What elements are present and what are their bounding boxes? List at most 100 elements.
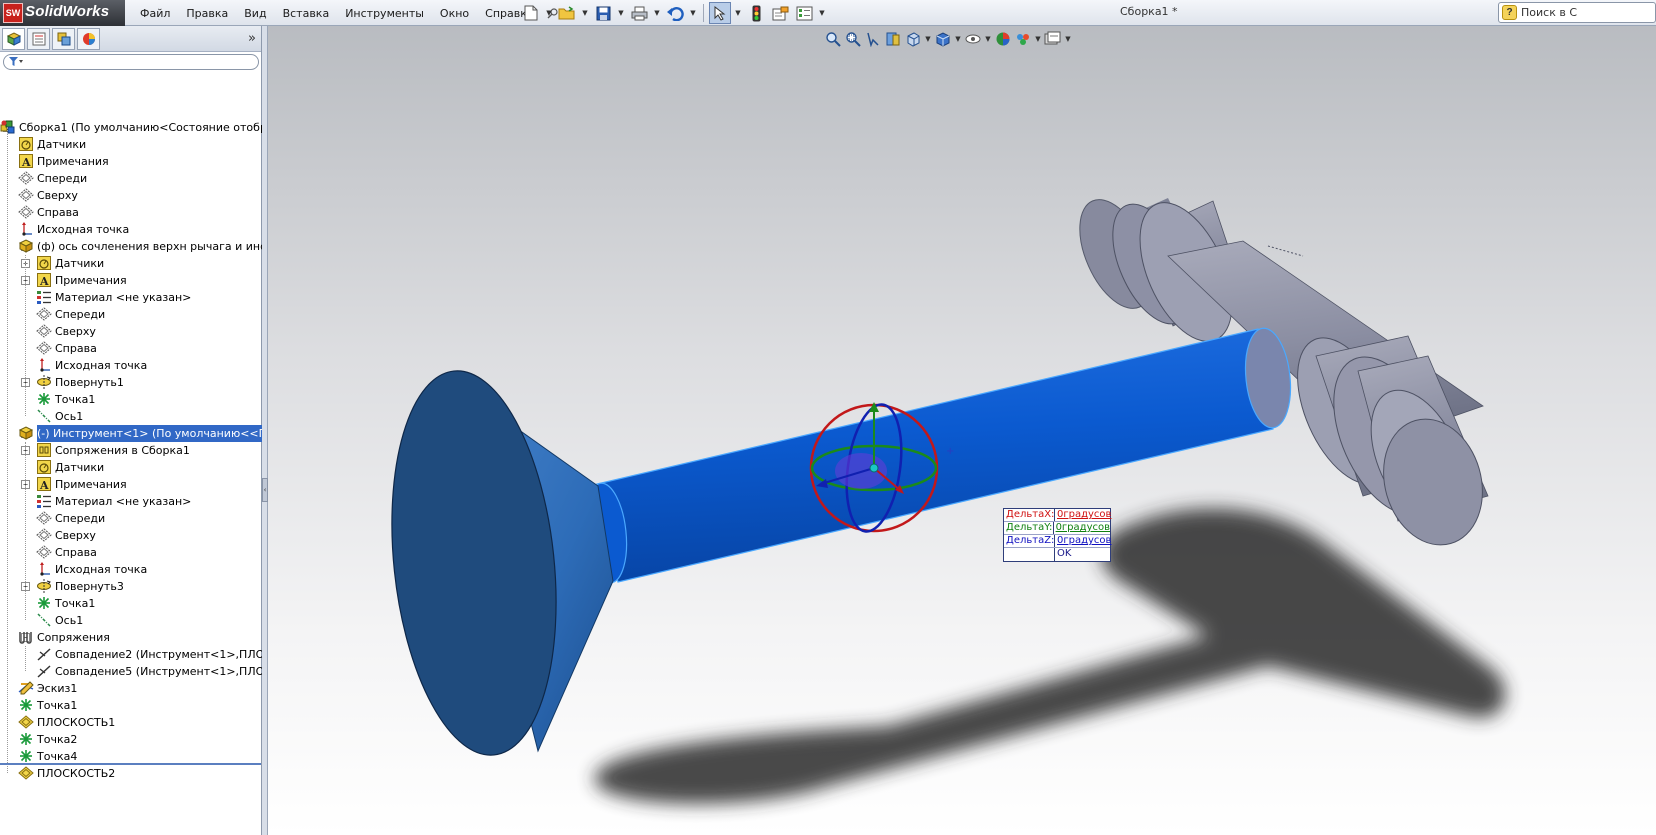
- delta-ok-button[interactable]: OK: [1055, 548, 1110, 561]
- expand-panel-icon[interactable]: »: [248, 31, 256, 46]
- tree-item[interactable]: Материал <не указан>: [0, 493, 262, 510]
- tree-item-label: Исходная точка: [55, 359, 148, 372]
- options-icon[interactable]: [793, 2, 815, 24]
- tree-item[interactable]: Спереди: [0, 510, 262, 527]
- feature-manager-panel: » −Сборка1 (По умолчанию<Состояние отобр…: [0, 26, 262, 835]
- tree-item[interactable]: Справа: [0, 340, 262, 357]
- tree-item[interactable]: Точка2: [0, 731, 262, 748]
- tree-item[interactable]: Справа: [0, 544, 262, 561]
- tree-item-label: Датчики: [55, 257, 105, 270]
- tab-property-manager-icon[interactable]: [27, 27, 50, 50]
- tree-item[interactable]: Точка1: [0, 391, 262, 408]
- tree-item[interactable]: Спереди: [0, 170, 262, 187]
- menu-view[interactable]: Вид: [236, 7, 274, 20]
- tree-item[interactable]: ПЛОСКОСТЬ2: [0, 765, 262, 782]
- tree-item[interactable]: Датчики: [0, 136, 262, 153]
- menu-edit[interactable]: Правка: [178, 7, 236, 20]
- plane-icon: [18, 187, 34, 203]
- tree-item[interactable]: Точка1: [0, 595, 262, 612]
- menu-tools[interactable]: Инструменты: [337, 7, 432, 20]
- tree-item[interactable]: Точка1: [0, 697, 262, 714]
- tree-item[interactable]: + Повернуть1: [0, 374, 262, 391]
- print-icon[interactable]: [628, 2, 650, 24]
- tree-item[interactable]: Совпадение2 (Инструмент<1>,ПЛОСКОСТЬ1): [0, 646, 262, 663]
- delta-x-value[interactable]: 0градусов: [1055, 509, 1111, 521]
- tree-item[interactable]: + Датчики: [0, 255, 262, 272]
- menu-insert[interactable]: Вставка: [275, 7, 338, 20]
- filter-input[interactable]: [3, 54, 259, 70]
- tab-feature-manager-icon[interactable]: [2, 27, 25, 50]
- delta-z-value[interactable]: 0градусов: [1055, 535, 1111, 547]
- tree-item[interactable]: −(-) Инструмент<1> (По умолчанию<<По умо…: [0, 425, 262, 442]
- tree-item[interactable]: Исходная точка: [0, 561, 262, 578]
- svg-text:+: +: [946, 446, 954, 457]
- tree-item[interactable]: Справа: [0, 204, 262, 221]
- open-folder-icon[interactable]: [556, 2, 578, 24]
- material-icon: [36, 289, 52, 305]
- open-dropdown-icon[interactable]: ▼: [580, 2, 590, 24]
- tree-item[interactable]: Материал <не указан>: [0, 289, 262, 306]
- tree-item-label: Примечания: [55, 478, 127, 491]
- file-properties-icon[interactable]: [769, 2, 791, 24]
- sensor-icon: [18, 136, 34, 152]
- help-question-icon[interactable]: ?: [1502, 5, 1517, 20]
- graphics-viewport[interactable]: ▼ ▼ ▼ ▼ ▼ + ДельтаX: 0градусов ДельтаY: …: [268, 26, 1656, 835]
- tree-item[interactable]: Эскиз1: [0, 680, 262, 697]
- model-scene[interactable]: +: [268, 26, 1656, 835]
- menu-file[interactable]: Файл: [132, 7, 178, 20]
- tree-item[interactable]: + Сопряжения в Сборка1: [0, 442, 262, 459]
- options-dropdown-icon[interactable]: ▼: [817, 2, 827, 24]
- solidworks-logo[interactable]: SW SolidWorks: [0, 0, 125, 26]
- tree-item-label: ПЛОСКОСТЬ2: [37, 767, 116, 780]
- tree-item[interactable]: Сверху: [0, 323, 262, 340]
- delta-y-value[interactable]: 0градусов: [1054, 522, 1110, 534]
- tree-item-label: Справа: [37, 206, 79, 219]
- document-title: Сборка1 *: [1120, 5, 1178, 18]
- plane-icon: [36, 544, 52, 560]
- print-dropdown-icon[interactable]: ▼: [652, 2, 662, 24]
- tree-item[interactable]: −Сборка1 (По умолчанию<Состояние отображ…: [0, 119, 262, 136]
- tree-item[interactable]: ПЛОСКОСТЬ1: [0, 714, 262, 731]
- revolve-icon: [36, 578, 52, 594]
- tree-item[interactable]: Спереди: [0, 306, 262, 323]
- tree-item[interactable]: +AПримечания: [0, 272, 262, 289]
- menu-window[interactable]: Окно: [432, 7, 477, 20]
- tree-item[interactable]: Сверху: [0, 527, 262, 544]
- undo-dropdown-icon[interactable]: ▼: [688, 2, 698, 24]
- new-dropdown-icon[interactable]: ▼: [544, 2, 554, 24]
- tree-item-label: ПЛОСКОСТЬ1: [37, 716, 116, 729]
- tree-item[interactable]: +AПримечания: [0, 476, 262, 493]
- tree-item-label: (-) Инструмент<1> (По умолчанию<<По умол…: [37, 425, 262, 442]
- menu-bar: Файл Правка Вид Вставка Инструменты Окно…: [132, 0, 560, 26]
- annotation-icon: A: [18, 153, 34, 169]
- tree-item-label: Спереди: [55, 308, 106, 321]
- tab-configuration-manager-icon[interactable]: [52, 27, 75, 50]
- undo-icon[interactable]: [664, 2, 686, 24]
- tab-display-manager-icon[interactable]: [77, 27, 100, 50]
- tree-item[interactable]: +AПримечания: [0, 153, 262, 170]
- point-icon: [36, 595, 52, 611]
- save-icon[interactable]: [592, 2, 614, 24]
- tree-item-label: Сопряжения: [37, 631, 110, 644]
- tree-item[interactable]: Исходная точка: [0, 221, 262, 238]
- tree-item[interactable]: Ось1: [0, 408, 262, 425]
- tree-item[interactable]: Сверху: [0, 187, 262, 204]
- tree-item[interactable]: Совпадение5 (Инструмент<1>,ПЛОСКОСТЬ2): [0, 663, 262, 680]
- tree-item[interactable]: − Сопряжения: [0, 629, 262, 646]
- tree-item-label: Материал <не указан>: [55, 291, 192, 304]
- tree-item-label: Эскиз1: [37, 682, 78, 695]
- tree-item[interactable]: Датчики: [0, 459, 262, 476]
- part-icon: [18, 238, 34, 254]
- rebuild-traffic-light-icon[interactable]: [745, 2, 767, 24]
- tree-item[interactable]: + Повернуть3: [0, 578, 262, 595]
- tree-item[interactable]: −(ф) ось сочленения верхн рычага и инстр…: [0, 238, 262, 255]
- save-dropdown-icon[interactable]: ▼: [616, 2, 626, 24]
- svg-text:A: A: [21, 156, 31, 169]
- select-arrow-icon[interactable]: [709, 2, 731, 24]
- plane-icon: [18, 170, 34, 186]
- search-input[interactable]: ? Поиск в С: [1498, 2, 1656, 23]
- tree-item[interactable]: Исходная точка: [0, 357, 262, 374]
- new-document-icon[interactable]: [520, 2, 542, 24]
- tree-item[interactable]: Ось1: [0, 612, 262, 629]
- select-dropdown-icon[interactable]: ▼: [733, 2, 743, 24]
